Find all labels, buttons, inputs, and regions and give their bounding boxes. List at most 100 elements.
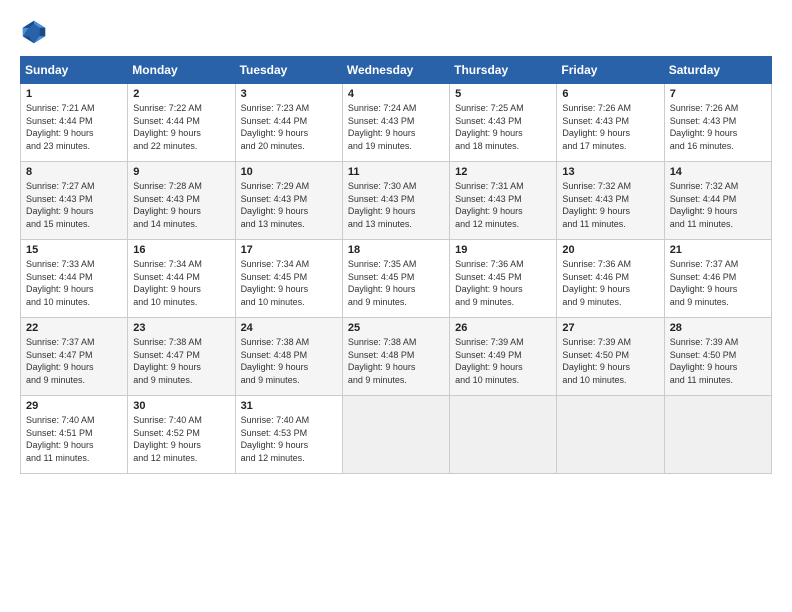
day-cell — [450, 396, 557, 474]
header-cell-thursday: Thursday — [450, 57, 557, 84]
day-cell: 1 Sunrise: 7:21 AMSunset: 4:44 PMDaylight… — [21, 84, 128, 162]
day-cell: 20 Sunrise: 7:36 AMSunset: 4:46 PMDayligh… — [557, 240, 664, 318]
day-cell: 30 Sunrise: 7:40 AMSunset: 4:52 PMDayligh… — [128, 396, 235, 474]
day-number: 10 — [241, 166, 337, 178]
calendar-table: SundayMondayTuesdayWednesdayThursdayFrid… — [20, 56, 772, 474]
day-number: 19 — [455, 244, 551, 256]
day-cell: 2 Sunrise: 7:22 AMSunset: 4:44 PMDaylight… — [128, 84, 235, 162]
day-info: Sunrise: 7:39 AMSunset: 4:50 PMDaylight:… — [670, 336, 766, 386]
day-number: 12 — [455, 166, 551, 178]
day-cell: 4 Sunrise: 7:24 AMSunset: 4:43 PMDaylight… — [342, 84, 449, 162]
day-number: 2 — [133, 88, 229, 100]
day-cell: 8Sunrise: 7:27 AMSunset: 4:43 PMDaylight… — [21, 162, 128, 240]
day-info: Sunrise: 7:39 AMSunset: 4:50 PMDaylight:… — [562, 336, 658, 386]
day-info: Sunrise: 7:25 AMSunset: 4:43 PMDaylight:… — [455, 102, 551, 152]
day-cell: 28 Sunrise: 7:39 AMSunset: 4:50 PMDayligh… — [664, 318, 771, 396]
day-number: 14 — [670, 166, 766, 178]
day-info: Sunrise: 7:24 AMSunset: 4:43 PMDaylight:… — [348, 102, 444, 152]
day-number: 1 — [26, 88, 122, 100]
day-cell: 16 Sunrise: 7:34 AMSunset: 4:44 PMDayligh… — [128, 240, 235, 318]
day-info: Sunrise: 7:36 AMSunset: 4:46 PMDaylight:… — [562, 258, 658, 308]
day-number: 26 — [455, 322, 551, 334]
day-cell: 22Sunrise: 7:37 AMSunset: 4:47 PMDayligh… — [21, 318, 128, 396]
header-cell-saturday: Saturday — [664, 57, 771, 84]
day-info: Sunrise: 7:38 AMSunset: 4:47 PMDaylight:… — [133, 336, 229, 386]
day-info: Sunrise: 7:21 AMSunset: 4:44 PMDaylight:… — [26, 102, 122, 152]
day-info: Sunrise: 7:23 AMSunset: 4:44 PMDaylight:… — [241, 102, 337, 152]
day-number: 28 — [670, 322, 766, 334]
week-row-5: 29 Sunrise: 7:40 AMSunset: 4:51 PMDayligh… — [21, 396, 772, 474]
day-number: 7 — [670, 88, 766, 100]
day-number: 31 — [241, 400, 337, 412]
day-number: 16 — [133, 244, 229, 256]
day-info: Sunrise: 7:22 AMSunset: 4:44 PMDaylight:… — [133, 102, 229, 152]
day-number: 11 — [348, 166, 444, 178]
day-info: Sunrise: 7:28 AMSunset: 4:43 PMDaylight:… — [133, 180, 229, 230]
day-info: Sunrise: 7:26 AMSunset: 4:43 PMDaylight:… — [670, 102, 766, 152]
day-cell: 26 Sunrise: 7:39 AMSunset: 4:49 PMDayligh… — [450, 318, 557, 396]
header-cell-wednesday: Wednesday — [342, 57, 449, 84]
day-number: 23 — [133, 322, 229, 334]
day-number: 13 — [562, 166, 658, 178]
day-number: 30 — [133, 400, 229, 412]
day-cell: 12 Sunrise: 7:31 AMSunset: 4:43 PMDayligh… — [450, 162, 557, 240]
day-info: Sunrise: 7:33 AMSunset: 4:44 PMDaylight:… — [26, 258, 122, 308]
day-cell — [557, 396, 664, 474]
week-row-1: 1 Sunrise: 7:21 AMSunset: 4:44 PMDaylight… — [21, 84, 772, 162]
header-cell-friday: Friday — [557, 57, 664, 84]
day-number: 20 — [562, 244, 658, 256]
day-info: Sunrise: 7:40 AMSunset: 4:51 PMDaylight:… — [26, 414, 122, 464]
day-info: Sunrise: 7:38 AMSunset: 4:48 PMDaylight:… — [348, 336, 444, 386]
day-cell: 11 Sunrise: 7:30 AMSunset: 4:43 PMDayligh… — [342, 162, 449, 240]
day-number: 9 — [133, 166, 229, 178]
day-info: Sunrise: 7:38 AMSunset: 4:48 PMDaylight:… — [241, 336, 337, 386]
page: SundayMondayTuesdayWednesdayThursdayFrid… — [0, 0, 792, 612]
day-info: Sunrise: 7:37 AMSunset: 4:47 PMDaylight:… — [26, 336, 122, 386]
week-row-3: 15 Sunrise: 7:33 AMSunset: 4:44 PMDayligh… — [21, 240, 772, 318]
day-number: 6 — [562, 88, 658, 100]
week-row-2: 8Sunrise: 7:27 AMSunset: 4:43 PMDaylight… — [21, 162, 772, 240]
day-info: Sunrise: 7:34 AMSunset: 4:44 PMDaylight:… — [133, 258, 229, 308]
day-number: 3 — [241, 88, 337, 100]
day-cell: 13 Sunrise: 7:32 AMSunset: 4:43 PMDayligh… — [557, 162, 664, 240]
header — [20, 18, 772, 46]
day-info: Sunrise: 7:31 AMSunset: 4:43 PMDaylight:… — [455, 180, 551, 230]
header-cell-monday: Monday — [128, 57, 235, 84]
header-cell-sunday: Sunday — [21, 57, 128, 84]
day-cell: 18Sunrise: 7:35 AMSunset: 4:45 PMDayligh… — [342, 240, 449, 318]
day-cell: 17 Sunrise: 7:34 AMSunset: 4:45 PMDayligh… — [235, 240, 342, 318]
day-cell: 15 Sunrise: 7:33 AMSunset: 4:44 PMDayligh… — [21, 240, 128, 318]
day-number: 21 — [670, 244, 766, 256]
day-info: Sunrise: 7:36 AMSunset: 4:45 PMDaylight:… — [455, 258, 551, 308]
day-info: Sunrise: 7:40 AMSunset: 4:52 PMDaylight:… — [133, 414, 229, 464]
day-info: Sunrise: 7:37 AMSunset: 4:46 PMDaylight:… — [670, 258, 766, 308]
day-info: Sunrise: 7:32 AMSunset: 4:43 PMDaylight:… — [562, 180, 658, 230]
day-number: 15 — [26, 244, 122, 256]
day-cell: 14Sunrise: 7:32 AMSunset: 4:44 PMDayligh… — [664, 162, 771, 240]
day-info: Sunrise: 7:26 AMSunset: 4:43 PMDaylight:… — [562, 102, 658, 152]
day-cell: 10 Sunrise: 7:29 AMSunset: 4:43 PMDayligh… — [235, 162, 342, 240]
day-number: 24 — [241, 322, 337, 334]
day-cell: 6 Sunrise: 7:26 AMSunset: 4:43 PMDaylight… — [557, 84, 664, 162]
day-info: Sunrise: 7:29 AMSunset: 4:43 PMDaylight:… — [241, 180, 337, 230]
day-cell: 7 Sunrise: 7:26 AMSunset: 4:43 PMDaylight… — [664, 84, 771, 162]
day-info: Sunrise: 7:40 AMSunset: 4:53 PMDaylight:… — [241, 414, 337, 464]
day-info: Sunrise: 7:27 AMSunset: 4:43 PMDaylight:… — [26, 180, 122, 230]
day-cell — [664, 396, 771, 474]
day-number: 29 — [26, 400, 122, 412]
day-number: 4 — [348, 88, 444, 100]
day-number: 17 — [241, 244, 337, 256]
day-cell: 24 Sunrise: 7:38 AMSunset: 4:48 PMDayligh… — [235, 318, 342, 396]
day-info: Sunrise: 7:34 AMSunset: 4:45 PMDaylight:… — [241, 258, 337, 308]
day-cell — [342, 396, 449, 474]
day-cell: 27Sunrise: 7:39 AMSunset: 4:50 PMDayligh… — [557, 318, 664, 396]
day-number: 18 — [348, 244, 444, 256]
day-cell: 31 Sunrise: 7:40 AMSunset: 4:53 PMDayligh… — [235, 396, 342, 474]
day-info: Sunrise: 7:30 AMSunset: 4:43 PMDaylight:… — [348, 180, 444, 230]
day-number: 5 — [455, 88, 551, 100]
day-cell: 3 Sunrise: 7:23 AMSunset: 4:44 PMDaylight… — [235, 84, 342, 162]
day-info: Sunrise: 7:39 AMSunset: 4:49 PMDaylight:… — [455, 336, 551, 386]
day-cell: 19 Sunrise: 7:36 AMSunset: 4:45 PMDayligh… — [450, 240, 557, 318]
week-row-4: 22Sunrise: 7:37 AMSunset: 4:47 PMDayligh… — [21, 318, 772, 396]
logo-icon — [20, 18, 48, 46]
